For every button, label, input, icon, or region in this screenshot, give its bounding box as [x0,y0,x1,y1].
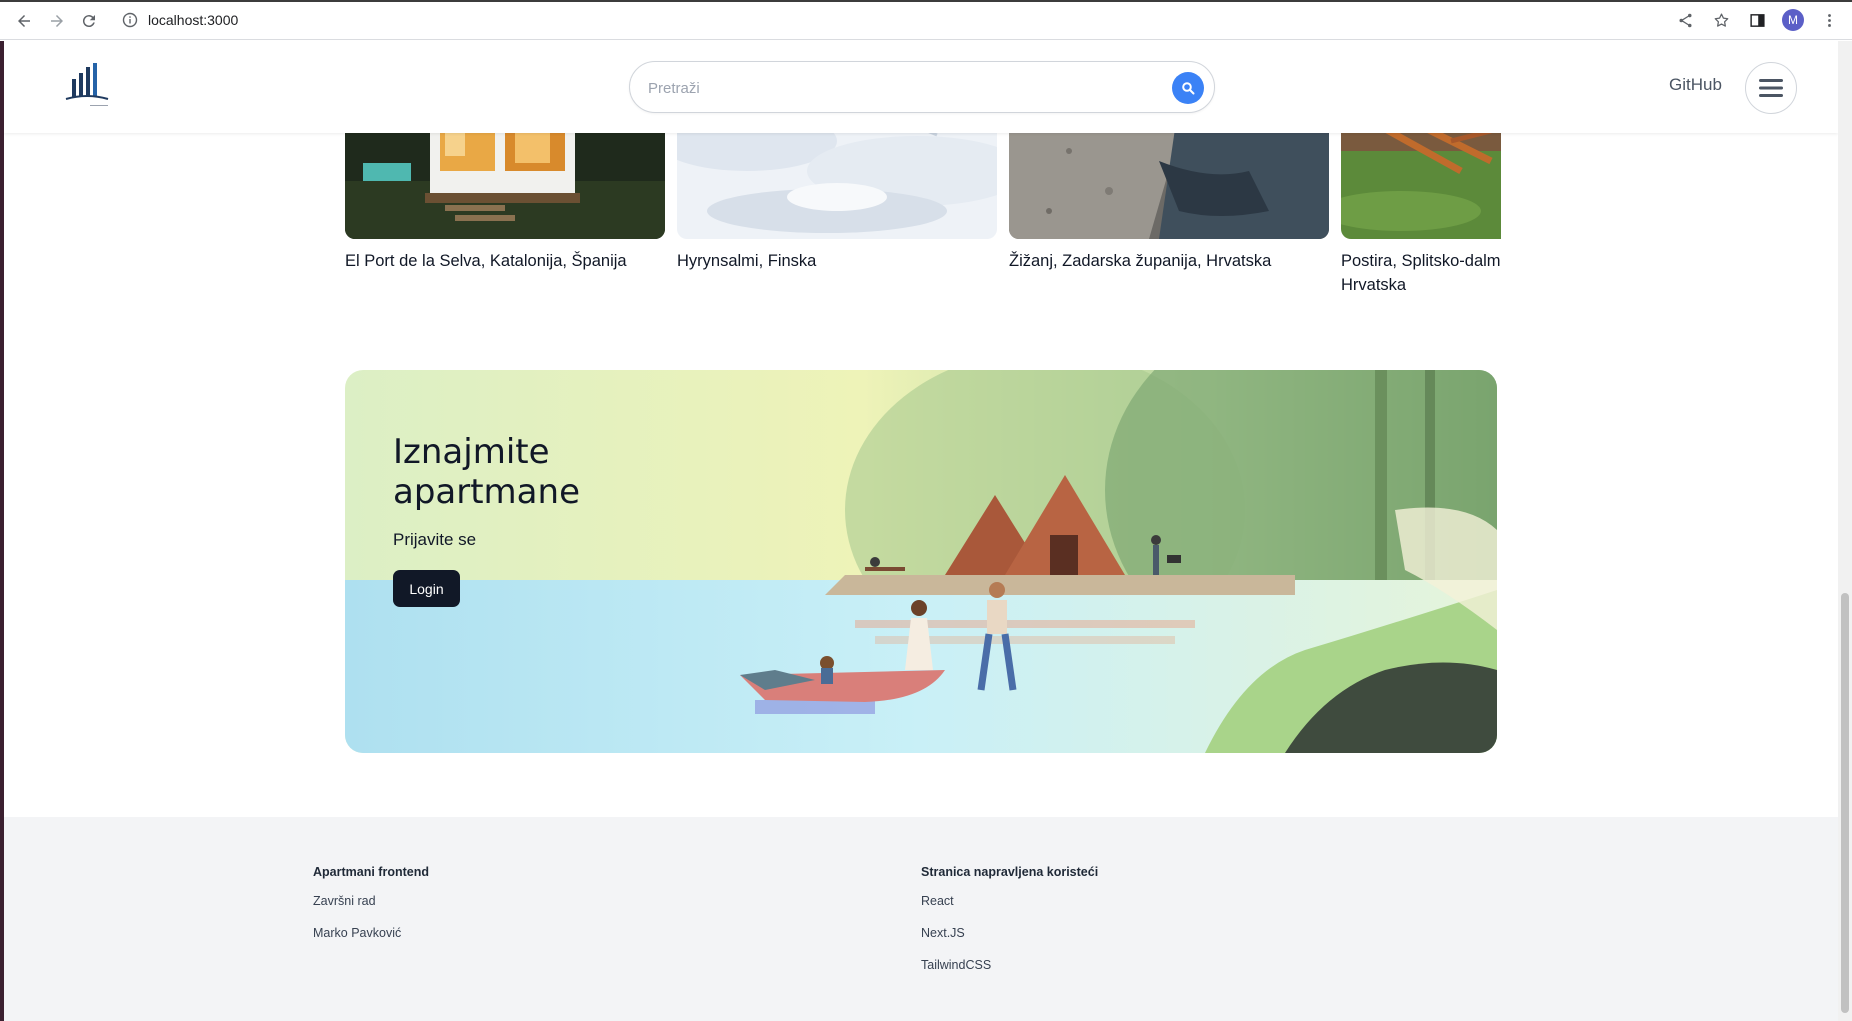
search-bar[interactable] [629,61,1215,113]
site-footer: Apartmani frontend Završni rad Marko Pav… [4,817,1838,1021]
more-vert-icon[interactable] [1818,9,1840,31]
footer-column-tech: Stranica napravljena koristeći React Nex… [921,865,1098,990]
info-icon[interactable] [122,12,138,28]
search-icon [1182,82,1195,95]
search-input[interactable] [648,75,1148,101]
footer-heading: Stranica napravljena koristeći [921,865,1099,879]
page-viewport: El Port de la Selva, Katalonija, Španija… [4,41,1838,1021]
reload-icon[interactable] [77,9,101,33]
bookmark-star-icon[interactable] [1710,9,1732,31]
listing-location[interactable]: Postira, Splitsko-dalm [1341,249,1501,273]
site-header: GitHub [4,41,1838,133]
hero-title-line1: Iznajmite [393,432,550,472]
github-link[interactable]: GitHub [1669,75,1722,95]
footer-heading: Apartmani frontend [313,865,429,879]
scrollbar-thumb[interactable] [1841,593,1849,1013]
hero-banner: Iznajmite apartmane Prijavite se Login [345,370,1497,753]
browser-toolbar: localhost:3000 M [0,0,1852,40]
hero-subtitle: Prijavite se [393,530,477,549]
footer-link[interactable]: Završni rad [313,894,429,910]
listing-card[interactable]: Postira, Splitsko-dalm Hrvatska [1341,101,1501,321]
footer-link[interactable]: TailwindCSS [921,958,1098,974]
hero-title: Iznajmite apartmane [393,432,580,512]
listing-location-line2[interactable]: Hrvatska [1341,273,1501,297]
hero-title-line2: apartmane [393,472,580,512]
forward-icon[interactable] [45,9,69,33]
profile-avatar[interactable]: M [1782,9,1804,31]
search-button[interactable] [1172,72,1204,104]
site-logo[interactable] [64,61,110,109]
footer-link[interactable]: Next.JS [921,926,1098,942]
login-button[interactable]: Login [393,570,460,607]
footer-link[interactable]: React [921,894,1098,910]
url-text: localhost:3000 [148,12,239,28]
hero-illustration [345,370,1497,753]
footer-column-project: Apartmani frontend Završni rad Marko Pav… [313,865,429,958]
window-edge [0,0,1852,2]
hamburger-icon [1759,79,1783,97]
listing-location[interactable]: El Port de la Selva, Katalonija, Španija [345,249,665,273]
listing-location[interactable]: Žižanj, Zadarska županija, Hrvatska [1009,249,1329,273]
menu-button[interactable] [1745,62,1797,114]
page-scrollbar[interactable] [1838,41,1852,1021]
side-panel-icon[interactable] [1746,9,1768,31]
footer-link[interactable]: Marko Pavković [313,926,429,942]
address-bar[interactable]: localhost:3000 [114,6,1684,34]
back-icon[interactable] [12,9,36,33]
listing-location[interactable]: Hyrynsalmi, Finska [677,249,997,273]
share-icon[interactable] [1674,9,1696,31]
